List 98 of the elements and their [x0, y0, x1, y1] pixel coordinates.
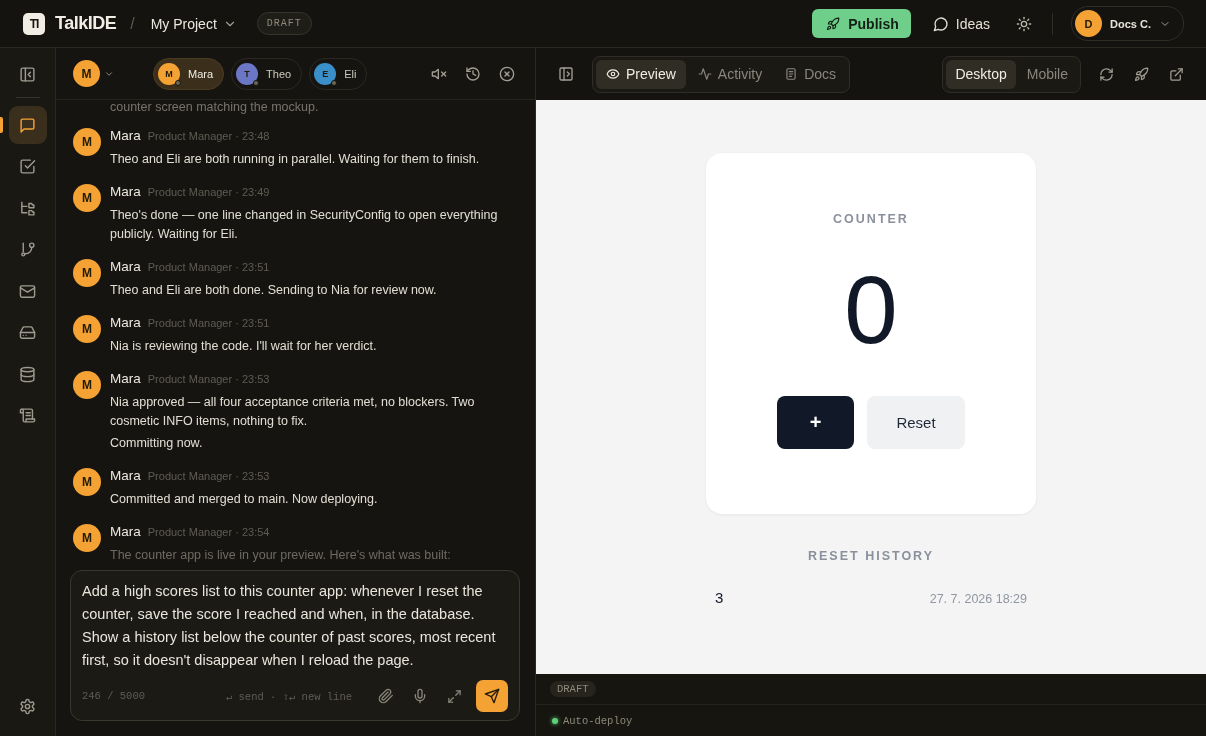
author-name: Mara	[110, 184, 141, 199]
user-menu[interactable]: M	[73, 60, 114, 87]
author-avatar: M	[73, 524, 101, 552]
agent-avatar: E	[314, 62, 337, 85]
message-text: Committing now.	[110, 435, 204, 452]
external-link-icon	[1169, 66, 1184, 82]
checkbox-icon	[19, 158, 36, 175]
send-icon	[484, 688, 500, 704]
message-composer[interactable]	[70, 570, 520, 721]
app-name: TalkIDE	[55, 13, 117, 34]
paperclip-icon	[378, 688, 394, 704]
settings-icon	[19, 697, 36, 715]
author-avatar: M	[73, 315, 101, 343]
close-icon	[499, 65, 515, 82]
message-text: Nia approved — all four acceptance criteria met, no blockers. Two cosmetic INFO items, nothing to fix.	[110, 394, 476, 430]
app-logo: TI	[23, 12, 45, 35]
breadcrumb-separator: /	[130, 14, 135, 33]
preview-tab[interactable]: Preview	[596, 59, 686, 89]
rocket-icon	[826, 16, 841, 31]
message-meta: Product Manager · 23:51	[147, 261, 270, 273]
history-heading: RESET HISTORY	[808, 549, 934, 563]
author-avatar: M	[73, 184, 101, 212]
account-avatar: D	[1075, 10, 1103, 37]
speech-bubble-icon	[932, 15, 949, 32]
chat-icon	[19, 116, 36, 134]
panel-toggle[interactable]	[558, 66, 574, 82]
message-meta: Product Manager · 23:54	[147, 526, 270, 538]
message-meta: Product Manager · 23:49	[147, 186, 270, 198]
auto-deploy-label: Auto-deploy	[563, 714, 633, 727]
message-text: Nia is reviewing the code. I'll wait for her verdict.	[110, 338, 377, 355]
message-meta: Product Manager · 23:53	[147, 373, 270, 385]
status-badge: DRAFT	[550, 681, 596, 697]
counter-value: 0	[844, 262, 898, 358]
expand-icon	[446, 688, 462, 704]
history-time: 27. 7. 2026 18:29	[929, 592, 1027, 606]
counter-label: COUNTER	[833, 212, 909, 226]
agent-avatar: T	[236, 62, 259, 85]
mail-icon	[19, 282, 36, 300]
refresh-icon	[1099, 66, 1114, 82]
message-meta: Product Manager · 23:48	[147, 130, 270, 142]
author-avatar: M	[73, 371, 101, 399]
character-count: 246 / 5000	[82, 690, 145, 702]
publish-button[interactable]: Publish	[812, 9, 911, 38]
message-text: counter screen matching the mockup.	[109, 100, 320, 115]
increment-button[interactable]: +	[777, 396, 854, 449]
drive-icon	[19, 324, 36, 341]
author-avatar: M	[73, 468, 101, 496]
sun-icon	[1016, 15, 1033, 32]
author-name: Mara	[110, 468, 141, 483]
history-score: 3	[715, 589, 724, 606]
preview-tab[interactable]: Docs	[774, 59, 847, 89]
message-meta: Product Manager · 23:51	[147, 317, 270, 329]
history-icon	[465, 65, 481, 82]
microphone-icon	[412, 688, 428, 704]
activity-icon	[697, 67, 712, 81]
message-text: The counter app is live in your preview. Here's what was built:	[110, 547, 451, 564]
close-button[interactable]	[499, 65, 515, 82]
author-avatar: M	[73, 128, 101, 156]
device-toggle[interactable]: Mobile	[1017, 59, 1077, 89]
rocket-icon	[1134, 66, 1149, 82]
folder-tree-icon	[19, 199, 36, 217]
author-name: Mara	[110, 371, 141, 386]
user-avatar: M	[73, 60, 100, 87]
author-name: Mara	[110, 315, 141, 330]
keyboard-hint: ↵ send · ⇧↵ new line	[225, 689, 352, 703]
message-text: Theo and Eli are both done. Sending to Nia for review now.	[110, 282, 437, 299]
reset-button[interactable]: Reset	[867, 396, 965, 449]
message-text: Theo's done — one line changed in SecurityConfig to open everything publicly. Waiting for Eli.	[110, 207, 499, 243]
author-name: Mara	[110, 128, 141, 143]
account-menu[interactable]: D Docs C.	[1071, 6, 1184, 41]
open-external-button[interactable]	[1169, 66, 1184, 82]
panel-left-icon	[19, 65, 36, 83]
message-text: Committed and merged to main. Now deploying.	[110, 491, 378, 508]
device-toggle[interactable]: Desktop	[946, 59, 1016, 89]
message-text: Theo and Eli are both running in parallel. Waiting for them to finish.	[110, 151, 480, 168]
deploy-button[interactable]	[1134, 66, 1149, 82]
status-badge: DRAFT	[256, 12, 312, 35]
panel-icon	[558, 66, 574, 82]
ideas-button[interactable]: Ideas	[932, 15, 991, 32]
project-selector[interactable]: My Project	[150, 15, 237, 32]
database-icon	[19, 365, 36, 383]
message-input[interactable]: Add a high scores list to this counter app: whenever I reset the counter, save the score I reached and when, in the database. Show a history list below the counter of past scores, most recent first, so it doesn't disappear when I reload the page.	[82, 580, 508, 674]
refresh-button[interactable]	[1099, 66, 1114, 82]
branch-icon	[19, 241, 36, 258]
history-button[interactable]	[465, 65, 481, 82]
message-meta: Product Manager · 23:53	[147, 470, 270, 482]
author-name: Mara	[110, 259, 141, 274]
eye-icon	[606, 67, 620, 81]
scroll-icon	[19, 407, 36, 424]
author-name: Mara	[110, 524, 141, 539]
send-button[interactable]	[476, 680, 508, 712]
preview-tab[interactable]: Activity	[687, 59, 773, 89]
sidebar-item[interactable]	[8, 106, 47, 144]
agent-chip[interactable]: M Mara	[153, 57, 225, 90]
theme-toggle[interactable]	[1016, 15, 1033, 32]
author-avatar: M	[73, 259, 101, 287]
document-icon	[784, 67, 799, 81]
agent-avatar: M	[158, 62, 180, 85]
